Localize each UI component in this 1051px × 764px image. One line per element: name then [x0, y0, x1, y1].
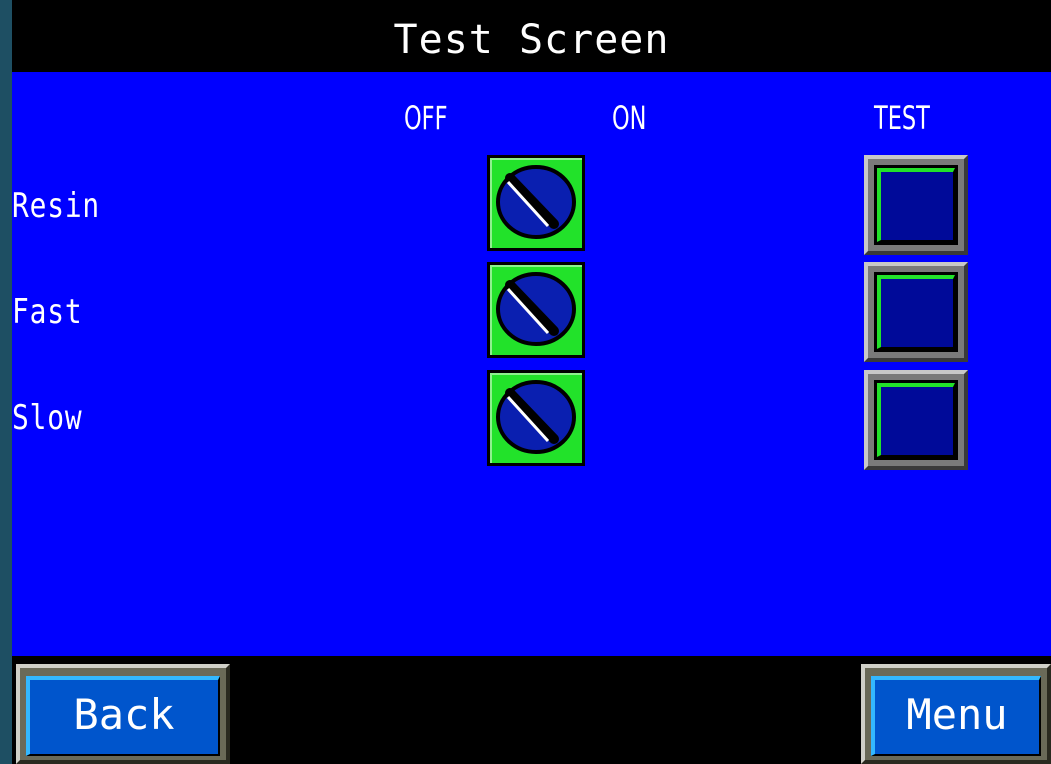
selector-switch-fast[interactable] [487, 262, 585, 358]
bottom-bar: Back Menu [12, 656, 1051, 764]
menu-button[interactable]: Menu [861, 664, 1051, 764]
selector-knob-icon [496, 272, 576, 346]
row-label-resin: Resin [12, 186, 101, 226]
selector-switch-resin[interactable] [487, 155, 585, 251]
test-button-fast[interactable] [864, 262, 968, 362]
selector-knob-icon [496, 380, 576, 454]
menu-button-label: Menu [871, 676, 1041, 756]
selector-switch-slow[interactable] [487, 370, 585, 466]
main-panel: OFF ON TEST Resin Fast Slow [12, 72, 1051, 656]
column-header-test: TEST [874, 99, 930, 137]
back-button-label: Back [26, 676, 220, 756]
column-header-off: OFF [404, 99, 448, 137]
back-button[interactable]: Back [16, 664, 230, 764]
title-bar: Test Screen [12, 8, 1051, 72]
row-label-fast: Fast [12, 292, 83, 332]
page-title: Test Screen [393, 17, 670, 63]
test-button-slow[interactable] [864, 370, 968, 470]
test-button-resin[interactable] [864, 155, 968, 255]
column-header-on: ON [612, 99, 647, 137]
row-label-slow: Slow [12, 398, 83, 438]
selector-knob-icon [496, 165, 576, 239]
